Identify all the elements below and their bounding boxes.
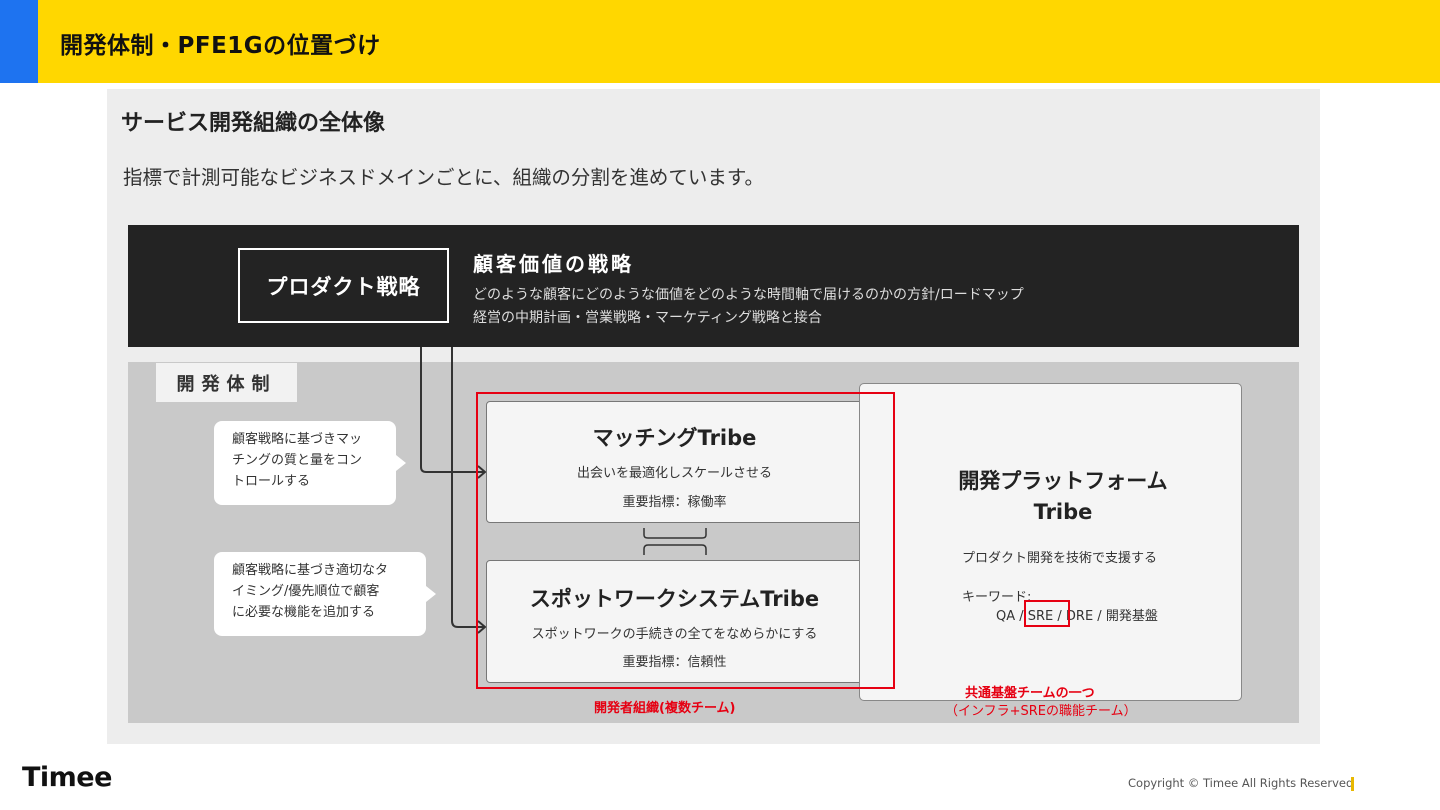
keyword-list: QA / SRE / DRE / 開発基盤 [996, 609, 1158, 624]
sre-highlight-box [1024, 600, 1070, 627]
keyword-label: キーワード: [962, 590, 1032, 605]
platform-title-line-1: 開発プラットフォーム [958, 469, 1168, 493]
common-platform-sublabel: （インフラ+SREの職能チーム） [945, 704, 1137, 719]
copyright-accent-mark [1351, 777, 1354, 791]
platform-tribe-title: 開発プラットフォーム Tribe [859, 466, 1267, 528]
common-platform-label: 共通基盤チームの一つ [965, 686, 1095, 701]
developer-org-highlight [476, 392, 895, 689]
timee-logo: Timee [22, 762, 112, 793]
platform-title-line-2: Tribe [1033, 500, 1093, 524]
platform-tribe-desc: プロダクト開発を技術で支援する [962, 551, 1158, 566]
platform-tribe-card [859, 383, 1242, 701]
copyright-text: Copyright © Timee All Rights Reserved [1128, 776, 1354, 790]
developer-org-label: 開発者組織(複数チーム) [594, 701, 736, 716]
